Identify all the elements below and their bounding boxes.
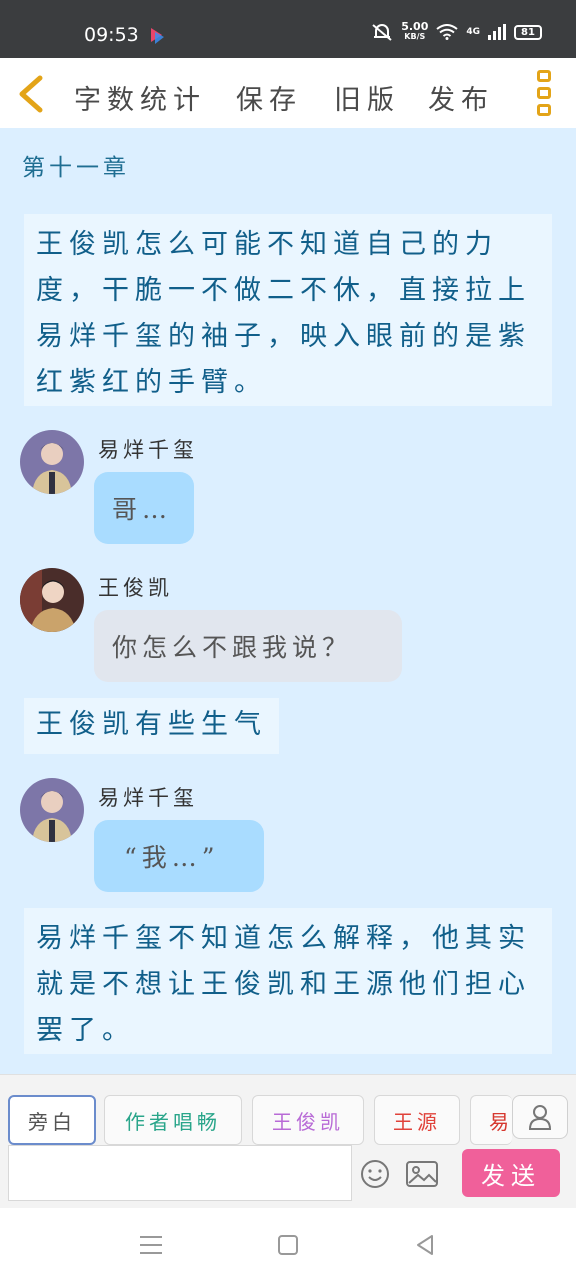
speaker-name: 易烊千玺 [98,786,198,810]
dialogue-bubble[interactable]: 你怎么不跟我说？ [94,610,402,682]
word-count-button[interactable]: 字数统计 [74,78,206,117]
network-type: 4G [466,27,480,37]
save-button[interactable]: 保存 [236,78,302,117]
back-triangle-icon[interactable] [414,1234,436,1256]
avatar-wang-junkai-image [20,568,84,632]
system-nav-bar [0,1208,576,1280]
signal-icon [488,24,506,40]
add-role-button[interactable] [512,1095,568,1139]
status-time: 09:53 [84,24,139,46]
dialogue-bubble[interactable]: 哥… [94,472,194,544]
role-chip-yi[interactable]: 易 [470,1095,512,1145]
more-menu-icon[interactable] [534,70,554,116]
avatar-yi[interactable] [20,430,84,494]
battery-indicator: 81 [514,24,542,40]
avatar-yi[interactable] [20,778,84,842]
chapter-title: 第十一章 [22,155,130,181]
old-version-button[interactable]: 旧版 [334,78,400,117]
send-button[interactable]: 发送 [462,1149,560,1197]
role-chip-wang-yuan[interactable]: 王源 [374,1095,460,1145]
dialogue-bubble[interactable]: “我…” [94,820,264,892]
role-chip-narrator[interactable]: 旁白 [8,1095,96,1145]
role-chip-wang-junkai[interactable]: 王俊凯 [252,1095,364,1145]
avatar-wang-junkai[interactable] [20,568,84,632]
image-icon[interactable] [406,1161,438,1187]
status-bar: 09:53 5.00 KB/S 4G 81 [0,0,576,58]
narration-block[interactable]: 易烊千玺不知道怎么解释，他其实就是不想让王俊凯和王源他们担心罢了。 [24,908,552,1054]
back-chevron-icon[interactable] [14,74,48,114]
net-speed-value: 5.00 [401,20,429,33]
net-speed: 5.00 KB/S [401,20,429,42]
speaker-name: 王俊凯 [98,576,173,600]
wifi-icon [436,24,458,40]
home-icon[interactable] [278,1235,298,1255]
narration-block[interactable]: 王俊凯有些生气 [24,698,279,754]
person-icon [528,1105,552,1130]
role-chip-author[interactable]: 作者唱畅 [104,1095,242,1145]
app-notification-icon [151,28,164,44]
emoji-icon[interactable] [360,1159,390,1189]
narration-block[interactable]: 王俊凯怎么可能不知道自己的力度，干脆一不做二不休，直接拉上易烊千玺的袖子，映入眼… [24,214,552,406]
avatar-yi-image [20,778,84,842]
recent-apps-icon[interactable] [140,1236,162,1254]
mute-icon [372,24,392,41]
story-content: 第十一章 王俊凯怎么可能不知道自己的力度，干脆一不做二不休，直接拉上易烊千玺的袖… [0,128,576,1074]
speaker-name: 易烊千玺 [98,438,198,462]
editor-toolbar: 字数统计 保存 旧版 发布 [0,58,576,128]
composer-panel: 旁白 作者唱畅 王俊凯 王源 易 发送 [0,1074,576,1208]
avatar-yi-image [20,430,84,494]
message-input[interactable] [8,1145,352,1201]
publish-button[interactable]: 发布 [428,78,494,117]
net-speed-unit: KB/S [404,32,426,41]
